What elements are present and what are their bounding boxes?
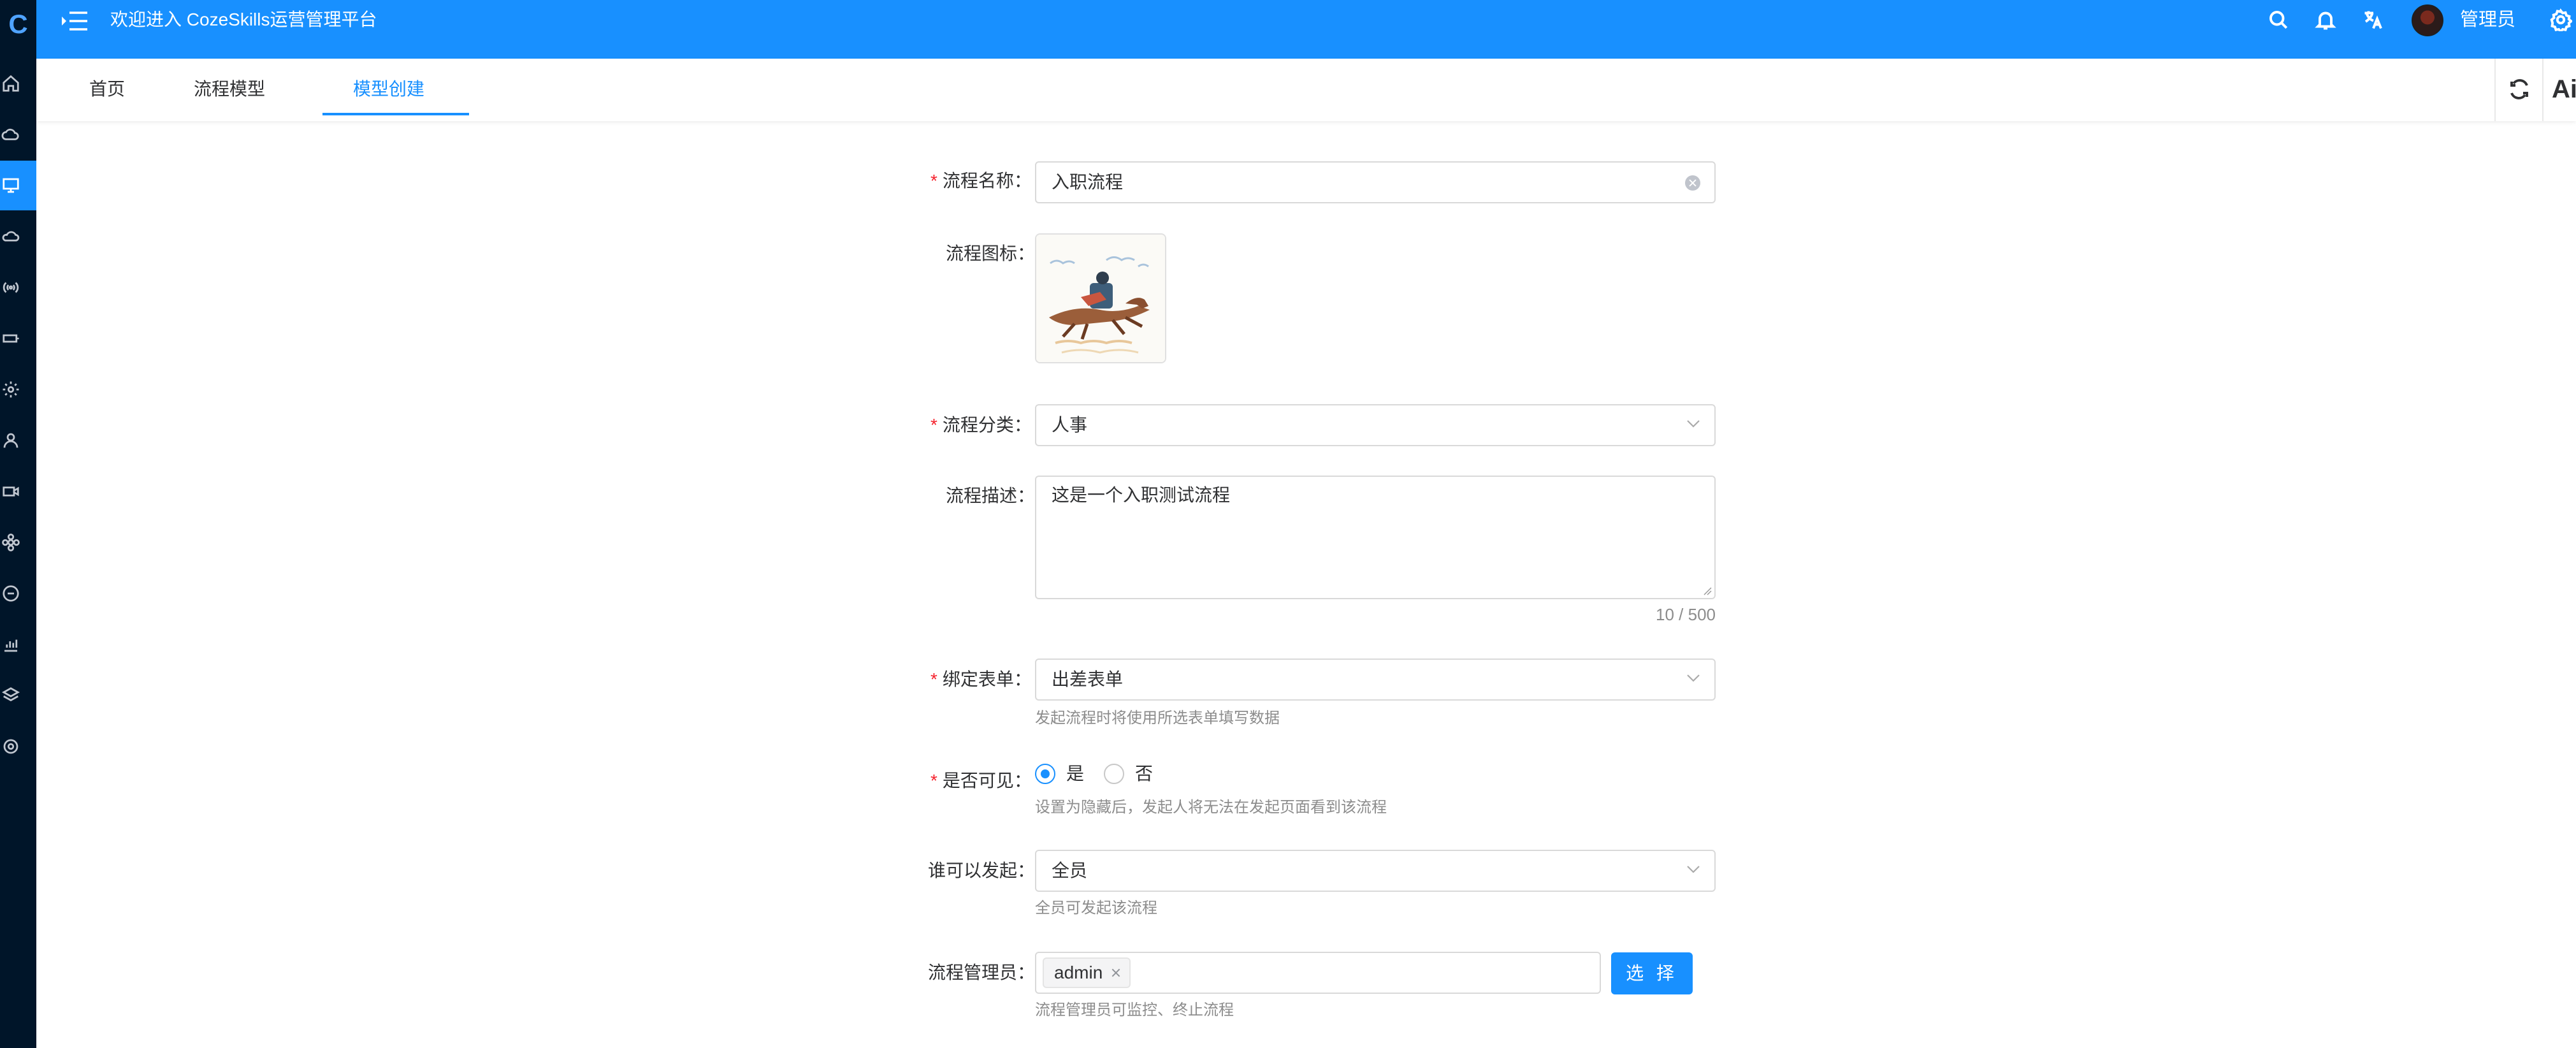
initiator-hint: 全员可发起该流程 — [1035, 899, 1157, 917]
bind-form-hint: 发起流程时将使用所选表单填写数据 — [1035, 710, 1280, 727]
field-label-description: 流程描述： — [946, 486, 1036, 506]
settings-icon[interactable] — [0, 722, 36, 771]
chevron-down-icon — [1686, 674, 1700, 683]
horse-rider-image — [1036, 235, 1165, 362]
search-icon[interactable] — [2267, 8, 2290, 31]
camera-icon[interactable] — [0, 467, 36, 516]
radio-label-no[interactable]: 否 — [1135, 761, 1153, 787]
refresh-icon[interactable] — [2508, 78, 2531, 101]
divider — [2494, 59, 2496, 121]
settings-icon[interactable] — [2549, 8, 2573, 34]
field-label-category: * 流程分类： — [930, 415, 1032, 435]
select-admin-button[interactable]: 选 择 — [1611, 952, 1693, 994]
description-textarea[interactable]: 这是一个入职测试流程 — [1035, 476, 1716, 599]
radio-label-yes[interactable]: 是 — [1066, 761, 1084, 787]
field-label-visible: * 是否可见： — [930, 771, 1032, 790]
tag-label: admin — [1054, 963, 1103, 982]
battery-icon[interactable] — [0, 314, 36, 363]
cloud-outline-icon[interactable] — [0, 212, 36, 261]
resize-handle-icon[interactable] — [1703, 586, 1712, 595]
chevron-down-icon — [1686, 865, 1700, 874]
home-icon[interactable] — [0, 59, 36, 108]
admins-hint: 流程管理员可监控、终止流程 — [1035, 1001, 1234, 1019]
tab-home[interactable]: 首页 — [89, 59, 125, 115]
active-tab-indicator — [322, 113, 469, 115]
radio-visible-no[interactable] — [1104, 764, 1124, 784]
flower-icon[interactable] — [0, 518, 36, 567]
dashboard-icon[interactable] — [0, 569, 36, 618]
chevron-down-icon — [1686, 419, 1700, 428]
logo-icon[interactable]: C — [0, 5, 36, 43]
clear-icon[interactable] — [1685, 175, 1700, 191]
cloud-icon[interactable] — [0, 110, 36, 159]
field-label-initiator: 谁可以发起： — [928, 861, 1036, 880]
field-label-bind-form: * 绑定表单： — [930, 669, 1032, 689]
radio-visible-yes[interactable] — [1035, 764, 1055, 784]
category-value: 人事 — [1052, 415, 1088, 435]
gear-icon[interactable] — [0, 365, 36, 414]
tabs-bar: 首页 流程模型 模型创建 Ai — [36, 59, 2576, 121]
user-name[interactable]: 管理员 — [2460, 8, 2515, 32]
bell-icon[interactable] — [2314, 8, 2337, 31]
admin-tag: admin — [1043, 957, 1131, 988]
process-icon-upload[interactable] — [1035, 233, 1166, 363]
top-header: 欢迎进入 CozeSkills运营管理平台 管理员 — [36, 0, 2576, 59]
process-name-input[interactable]: 入职流程 — [1035, 161, 1716, 203]
divider — [2542, 59, 2543, 121]
monitor-icon[interactable] — [0, 161, 36, 210]
field-label-icon: 流程图标： — [946, 244, 1036, 263]
bar-chart-icon[interactable] — [0, 620, 36, 669]
field-label-admins: 流程管理员： — [928, 963, 1036, 982]
user-icon[interactable] — [0, 416, 36, 465]
visible-hint: 设置为隐藏后，发起人将无法在发起页面看到该流程 — [1035, 799, 1387, 816]
process-name-value: 入职流程 — [1052, 172, 1124, 192]
description-counter: 10 / 500 — [1656, 605, 1716, 624]
category-select[interactable]: 人事 — [1035, 404, 1716, 446]
bind-form-value: 出差表单 — [1052, 669, 1124, 689]
bind-form-select[interactable]: 出差表单 — [1035, 659, 1716, 701]
menu-fold-icon[interactable] — [61, 9, 89, 33]
app-title: 欢迎进入 CozeSkills运营管理平台 — [110, 10, 377, 29]
initiator-value: 全员 — [1052, 861, 1088, 880]
initiator-select[interactable]: 全员 — [1035, 850, 1716, 892]
avatar[interactable] — [2412, 4, 2443, 36]
sidebar: C — [0, 0, 36, 1048]
field-label-name: * 流程名称： — [930, 171, 1032, 191]
translate-icon[interactable] — [2362, 8, 2385, 31]
ai-button[interactable]: Ai — [2552, 70, 2576, 108]
tag-close-icon[interactable] — [1110, 967, 1122, 979]
tab-process-model[interactable]: 流程模型 — [194, 59, 265, 115]
layers-icon[interactable] — [0, 671, 36, 720]
description-value: 这是一个入职测试流程 — [1052, 485, 1231, 505]
tab-model-create[interactable]: 模型创建 — [353, 59, 424, 115]
signal-icon[interactable] — [0, 263, 36, 312]
